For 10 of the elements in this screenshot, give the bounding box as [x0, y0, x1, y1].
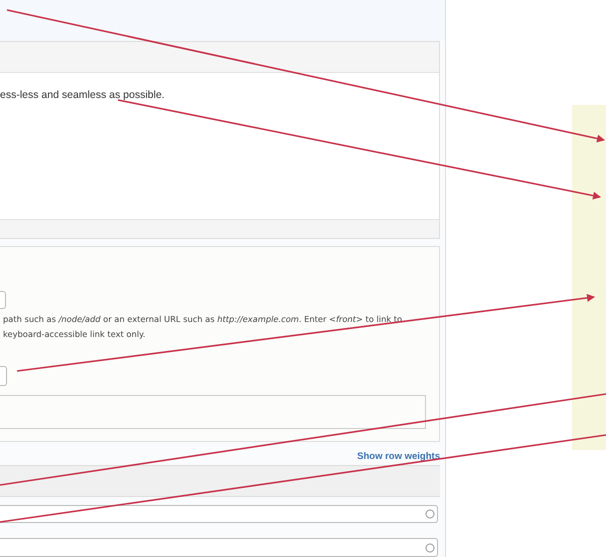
autocomplete-field[interactable]: [0, 538, 438, 557]
field-description: keyboard-accessible link text only.: [3, 328, 146, 342]
body-text: ess-less and seamless as possible.: [0, 89, 165, 102]
autocomplete-field[interactable]: [0, 504, 438, 524]
circle-icon: [425, 509, 435, 520]
text-input-field[interactable]: [0, 366, 7, 386]
circle-icon: [425, 542, 435, 553]
link-input-field[interactable]: [0, 291, 6, 310]
show-row-weights-link[interactable]: Show row weights: [357, 451, 440, 462]
text-area-field[interactable]: [0, 395, 426, 430]
